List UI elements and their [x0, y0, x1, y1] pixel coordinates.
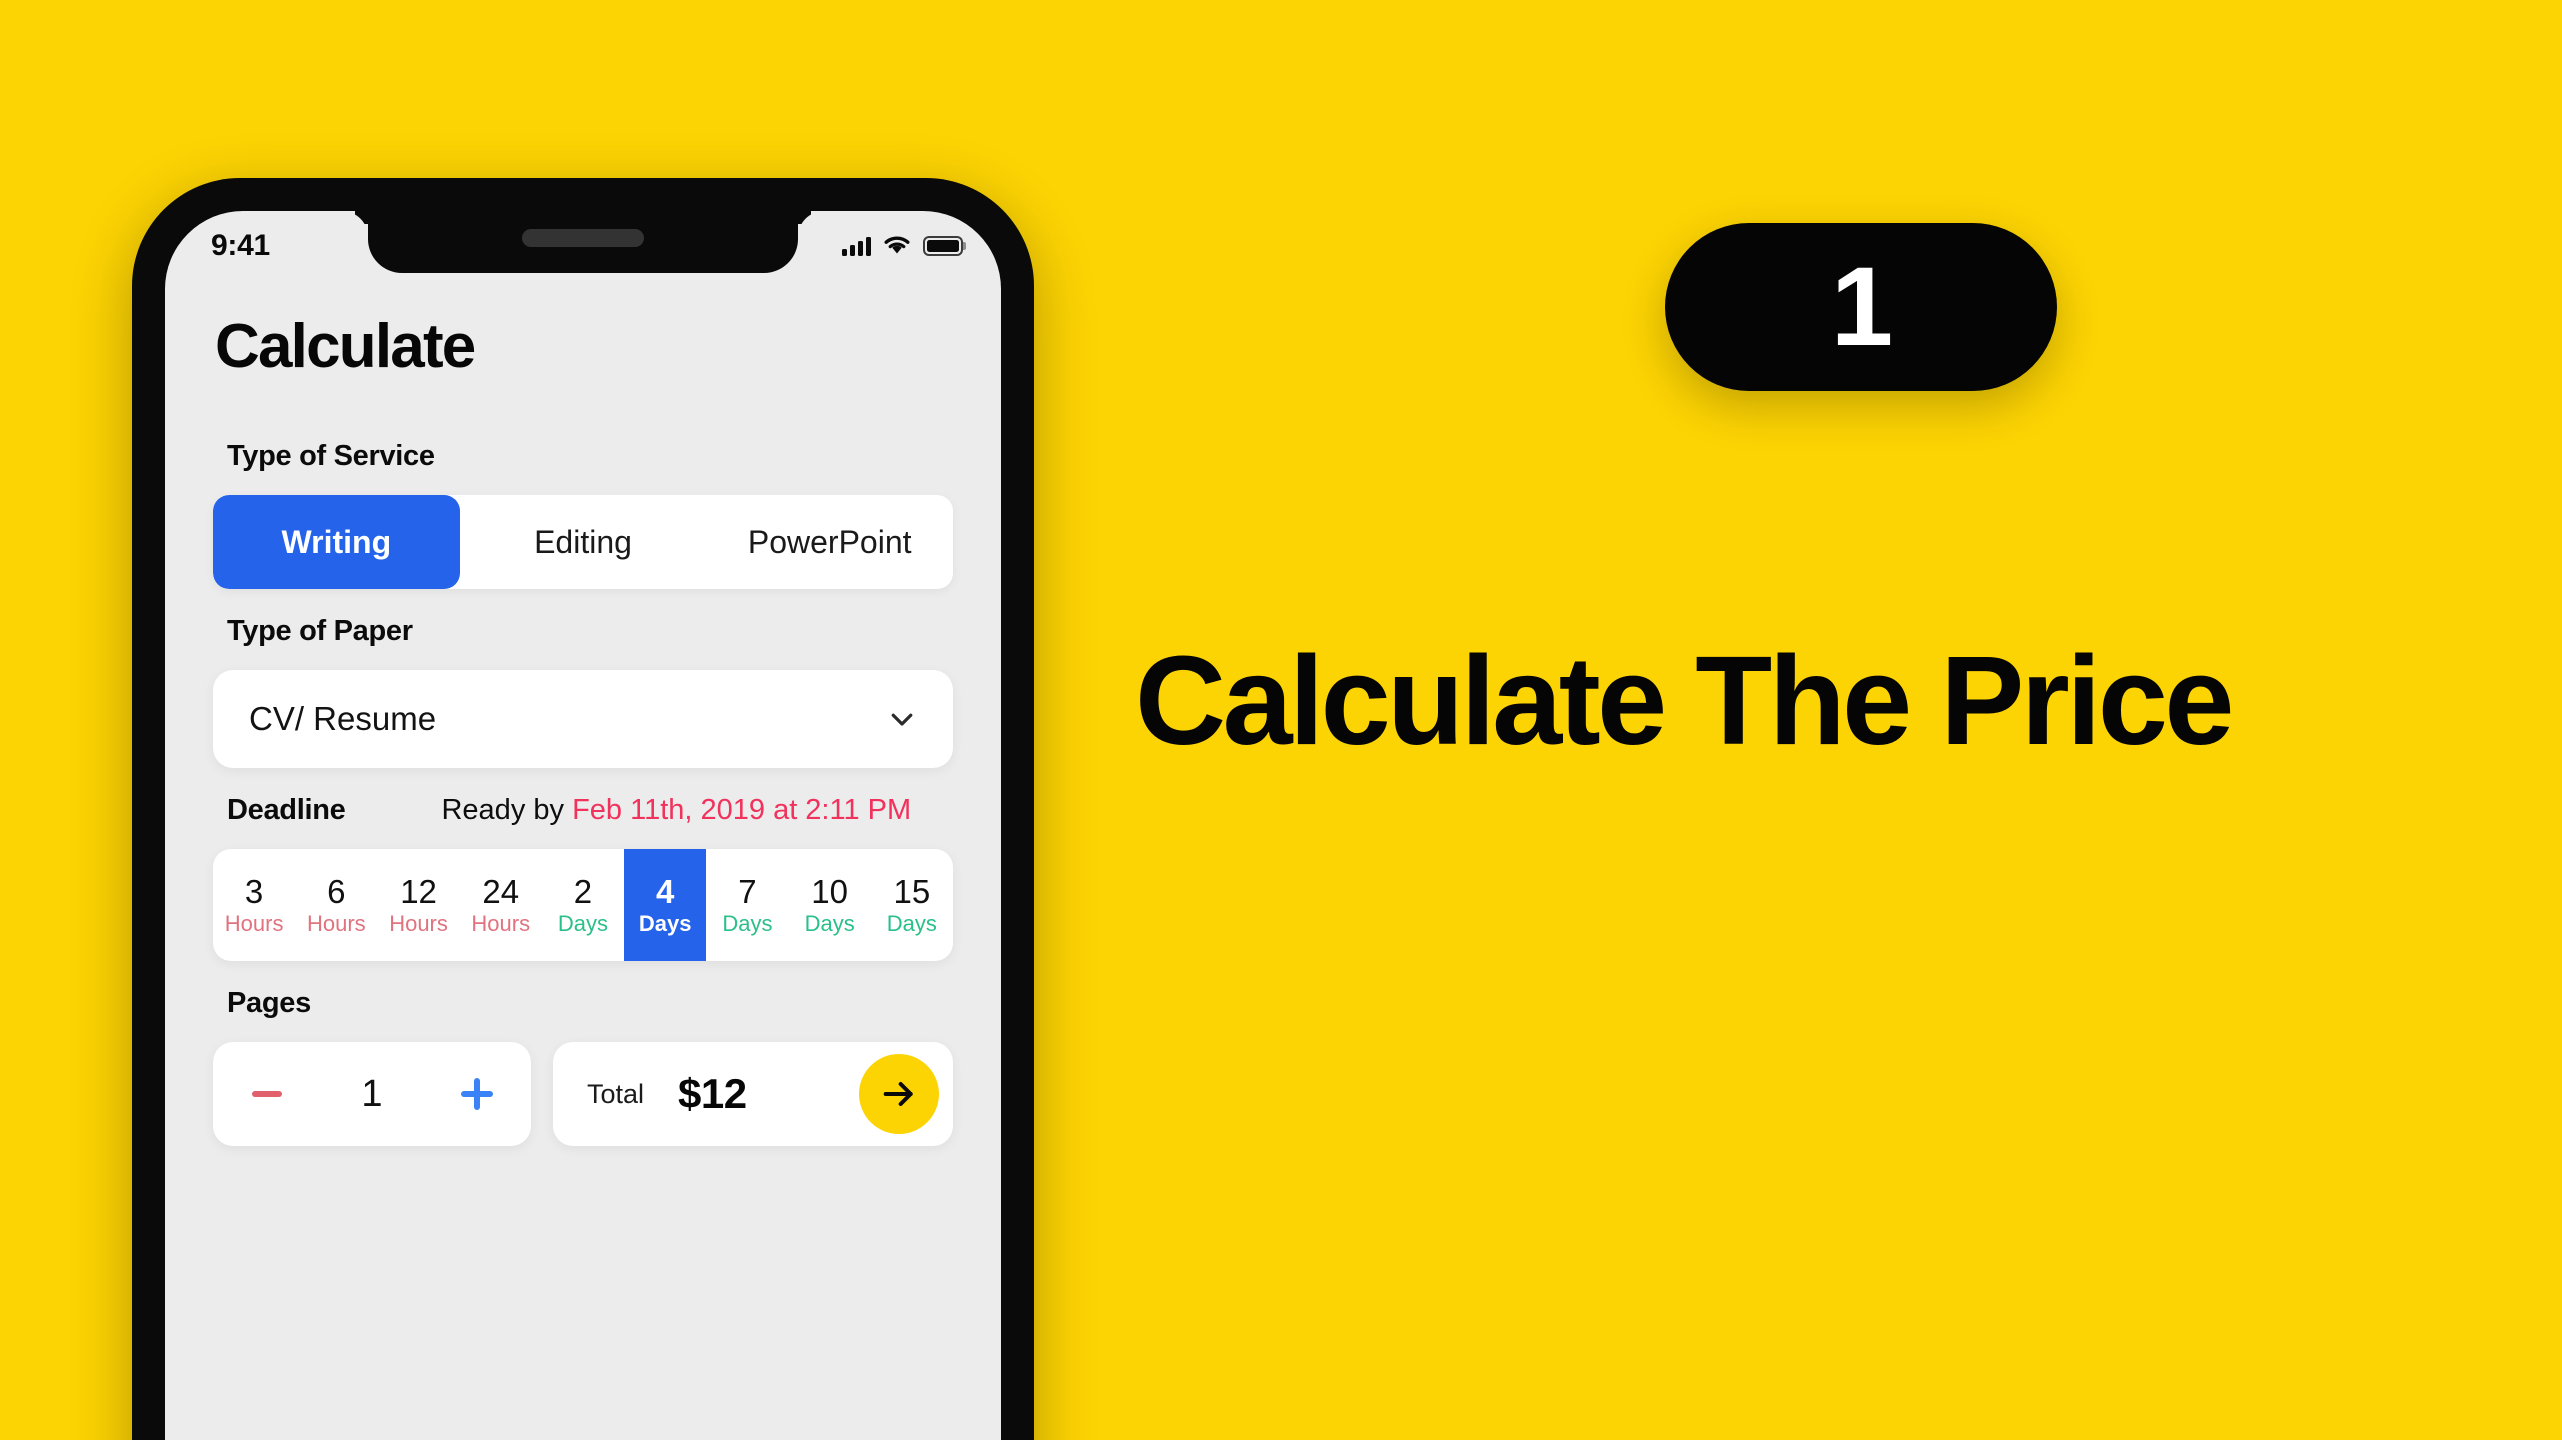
- total-amount: $12: [678, 1070, 747, 1117]
- continue-button[interactable]: [859, 1054, 939, 1134]
- pages-count: 1: [361, 1072, 383, 1115]
- page-title: Calculate: [215, 312, 476, 381]
- deadline-option-number: 3: [244, 872, 264, 910]
- screen-content: Calculate Type of Service Writing Editin…: [165, 311, 1001, 1146]
- decrement-pages-button[interactable]: [245, 1072, 289, 1116]
- segment-powerpoint[interactable]: PowerPoint: [706, 495, 953, 589]
- deadline-option-unit: Days: [804, 911, 855, 937]
- phone-screen: 9:41 Calculate Type of Service Writing E…: [165, 211, 1001, 1440]
- cellular-signal-icon: [842, 236, 871, 256]
- promo-headline: Calculate The Price: [1135, 630, 2235, 771]
- deadline-option-number: 24: [482, 872, 520, 910]
- deadline-option[interactable]: 12 Hours: [377, 849, 459, 961]
- status-icons: [842, 233, 963, 260]
- deadline-option-unit: Days: [638, 911, 692, 937]
- pages-stepper: 1: [213, 1042, 531, 1146]
- deadline-option-number: 15: [893, 872, 931, 910]
- deadline-header: Deadline Ready by Feb 11th, 2019 at 2:11…: [227, 794, 953, 827]
- step-number: 1: [1830, 244, 1893, 369]
- deadline-option-number: 10: [811, 872, 848, 910]
- increment-pages-button[interactable]: [455, 1072, 499, 1116]
- deadline-option-number: 6: [327, 872, 346, 910]
- deadline-option[interactable]: 3 Hours: [213, 849, 295, 961]
- chevron-down-icon: [887, 704, 917, 734]
- segment-writing[interactable]: Writing: [213, 495, 460, 589]
- deadline-option-unit: Days: [886, 911, 937, 937]
- pages-row: 1 Total $12: [213, 1042, 953, 1146]
- deadline-option[interactable]: 7 Days: [706, 849, 788, 961]
- type-of-paper-value: CV/ Resume: [249, 700, 437, 737]
- type-of-service-label: Type of Service: [227, 440, 435, 472]
- deadline-option-number: 7: [738, 872, 757, 910]
- deadline-option[interactable]: 6 Hours: [295, 849, 377, 961]
- deadline-option-unit: Hours: [224, 911, 284, 937]
- pages-label: Pages: [227, 987, 311, 1019]
- deadline-options[interactable]: 3 Hours 6 Hours 12 Hours 24 Hours 2 Days…: [213, 849, 953, 961]
- step-number-badge: 1: [1665, 223, 2057, 391]
- type-of-service-segmented-control[interactable]: Writing Editing PowerPoint: [213, 495, 953, 589]
- battery-icon: [923, 236, 963, 256]
- ready-by-date: Feb 11th, 2019 at 2:11 PM: [572, 794, 912, 826]
- deadline-option-unit: Hours: [389, 911, 448, 937]
- type-of-paper-label: Type of Paper: [227, 615, 413, 647]
- total-card: Total $12: [553, 1042, 953, 1146]
- deadline-option-unit: Days: [557, 911, 609, 937]
- deadline-option-unit: Hours: [471, 911, 531, 937]
- deadline-option-number: 2: [573, 872, 593, 910]
- deadline-option[interactable]: 2 Days: [542, 849, 624, 961]
- deadline-option[interactable]: 10 Days: [789, 849, 871, 961]
- status-time: 9:41: [211, 229, 270, 262]
- wifi-icon: [882, 233, 912, 260]
- deadline-option-number: 12: [400, 872, 437, 910]
- deadline-option-selected[interactable]: 4 Days: [624, 849, 707, 961]
- deadline-option-unit: Days: [722, 911, 773, 937]
- deadline-option-number: 4: [656, 872, 675, 910]
- deadline-option[interactable]: 15 Days: [871, 849, 953, 961]
- deadline-option-unit: Hours: [306, 911, 366, 937]
- minus-icon: [252, 1091, 282, 1097]
- segment-editing[interactable]: Editing: [460, 495, 707, 589]
- ready-by-text: Ready by Feb 11th, 2019 at 2:11 PM: [441, 794, 911, 827]
- deadline-label: Deadline: [227, 794, 346, 826]
- type-of-paper-select[interactable]: CV/ Resume: [213, 670, 953, 768]
- status-bar: 9:41: [165, 211, 1001, 273]
- plus-icon: [460, 1078, 493, 1110]
- arrow-right-icon: [879, 1074, 919, 1114]
- phone-mockup: 9:41 Calculate Type of Service Writing E…: [132, 178, 1034, 1440]
- deadline-option[interactable]: 24 Hours: [460, 849, 542, 961]
- total-label: Total: [587, 1078, 645, 1109]
- ready-by-prefix: Ready by: [441, 794, 564, 826]
